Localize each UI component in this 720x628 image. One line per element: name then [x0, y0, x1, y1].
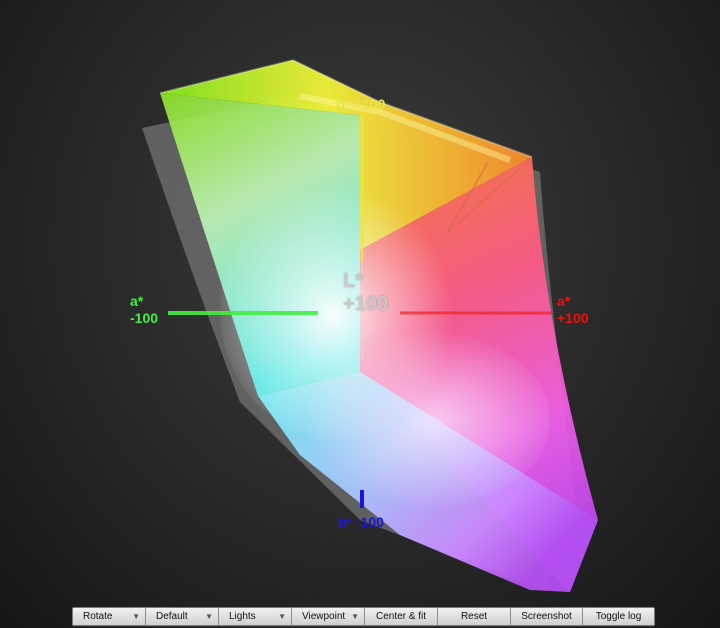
viewer-toolbar: Rotate ▼ Default ▼ Lights ▼ Viewpoint ▼ …	[72, 607, 655, 626]
default-dropdown[interactable]: Default ▼	[146, 608, 219, 625]
b-minus-axis-label: b* -100	[338, 514, 384, 530]
screenshot-button[interactable]: Screenshot	[511, 608, 583, 625]
chevron-down-icon: ▼	[278, 612, 286, 621]
rotate-label: Rotate	[83, 611, 113, 622]
rotate-dropdown[interactable]: Rotate ▼	[73, 608, 146, 625]
a-minus-axis-name: a*	[130, 293, 144, 309]
l-axis-value: +100	[343, 293, 389, 315]
b-plus-axis-label: b* +100	[336, 96, 386, 112]
lights-dropdown[interactable]: Lights ▼	[219, 608, 292, 625]
default-label: Default	[156, 611, 188, 622]
gamut-3d-viewport[interactable]: b* +100 a* -100 a* +100 L* +100 b* -100	[0, 0, 720, 606]
center-fit-button[interactable]: Center & fit	[365, 608, 438, 625]
chevron-down-icon: ▼	[205, 612, 213, 621]
a-plus-axis-value: +100	[557, 310, 589, 326]
l-axis-name: L*	[343, 270, 363, 292]
a-plus-axis-name: a*	[557, 293, 571, 309]
viewpoint-label: Viewpoint	[302, 611, 346, 622]
reset-button[interactable]: Reset	[438, 608, 511, 625]
chevron-down-icon: ▼	[132, 612, 140, 621]
chevron-down-icon: ▼	[351, 612, 359, 621]
a-minus-axis-value: -100	[130, 310, 159, 326]
viewpoint-dropdown[interactable]: Viewpoint ▼	[292, 608, 365, 625]
toggle-log-button[interactable]: Toggle log	[583, 608, 654, 625]
lights-label: Lights	[229, 611, 256, 622]
